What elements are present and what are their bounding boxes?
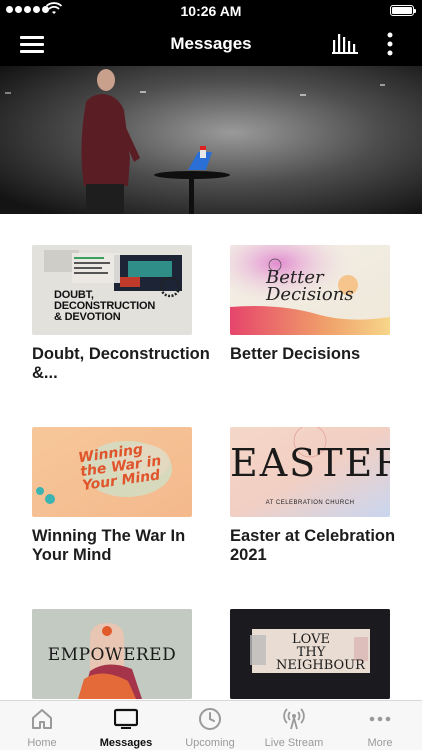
tab-home[interactable]: Home	[0, 701, 84, 751]
series-thumbnail-text: EMPOWERED	[47, 645, 177, 665]
series-thumbnail-text: LOVE THY NEIGHBOUR	[276, 632, 365, 673]
series-thumbnail: DOUBT, DECONSTRUCTION & DEVOTION	[32, 245, 192, 335]
bottom-tab-bar: Home Messages Upcoming Live Stream More	[0, 700, 422, 750]
series-thumbnail-text: DOUBT, DECONSTRUCTION & DEVOTION	[54, 289, 156, 323]
page-title: Messages	[170, 34, 252, 53]
tab-live-stream[interactable]: Live Stream	[252, 701, 336, 751]
series-thumbnail: EASTER AT CELEBRATION CHURCH	[230, 427, 390, 517]
series-card-doubt[interactable]: DOUBT, DECONSTRUCTION & DEVOTION Doubt, …	[32, 245, 210, 383]
tv-icon	[114, 708, 138, 729]
series-card-better-decisions[interactable]: Better Decisions Better Decisions	[230, 245, 390, 364]
series-thumbnail: LOVE THY NEIGHBOUR	[230, 609, 390, 699]
series-title: Better Decisions	[230, 345, 361, 363]
series-thumbnail-text: EASTER	[230, 441, 390, 485]
series-thumbnail-subtext: AT CELEBRATION CHURCH	[265, 500, 355, 506]
clock-icon	[199, 708, 221, 730]
tab-label: Messages	[99, 737, 153, 749]
series-card-love-thy-neighbour[interactable]: LOVE THY NEIGHBOUR	[230, 609, 390, 700]
broadcast-icon	[283, 708, 305, 730]
tab-upcoming[interactable]: Upcoming	[168, 701, 252, 751]
more-vertical-icon[interactable]	[386, 32, 394, 56]
series-card-winning-the-war[interactable]: Winning the War in Your Mind Winning The…	[32, 427, 192, 565]
series-thumbnail-text: Better Decisions	[266, 267, 354, 305]
home-icon	[32, 709, 52, 729]
status-bar: 10:26 AM	[0, 0, 422, 22]
tab-label: Upcoming	[185, 737, 235, 749]
series-thumbnail: Better Decisions	[230, 245, 390, 335]
top-navigation-bar: Messages	[0, 22, 422, 66]
message-series-grid: DOUBT, DECONSTRUCTION & DEVOTION Doubt, …	[0, 214, 422, 700]
series-title: Easter at Celebration 2021	[230, 527, 396, 564]
battery-icon	[390, 5, 416, 16]
series-title: Winning The War In Your Mind	[32, 527, 186, 564]
series-thumbnail: Winning the War in Your Mind	[32, 427, 192, 517]
featured-hero-image[interactable]	[0, 66, 422, 214]
more-dots-icon	[369, 716, 391, 722]
speaker-on-stage-image	[0, 66, 422, 214]
series-card-empowered[interactable]: EMPOWERED	[32, 609, 192, 700]
tab-label: Home	[27, 737, 57, 749]
audio-bars-icon[interactable]	[332, 34, 358, 54]
status-time: 10:26 AM	[180, 3, 242, 19]
tab-more[interactable]: More	[338, 701, 422, 751]
tab-label: More	[367, 737, 393, 749]
tab-label: Live Stream	[264, 737, 324, 749]
series-thumbnail: EMPOWERED	[32, 609, 192, 699]
series-title: Doubt, Deconstruction &...	[32, 345, 210, 382]
series-card-easter[interactable]: EASTER AT CELEBRATION CHURCH Easter at C…	[230, 427, 395, 565]
tab-messages[interactable]: Messages	[84, 701, 168, 751]
